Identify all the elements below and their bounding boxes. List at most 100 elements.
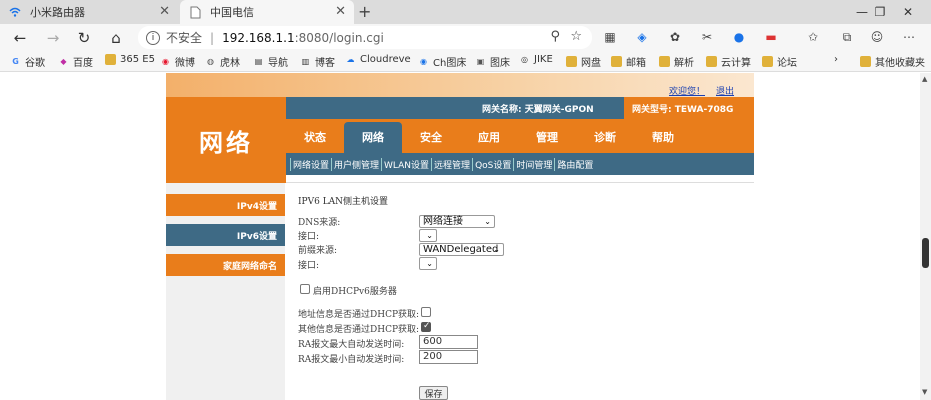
baidu-icon: ◆ (60, 57, 67, 66)
subtab-remote[interactable]: 远程管理 (431, 157, 472, 171)
bolt-extension-icon[interactable]: ● (730, 28, 748, 46)
subtab-qos[interactable]: QoS设置 (472, 157, 513, 171)
forward-icon[interactable]: → (42, 27, 64, 49)
bookmark-item[interactable]: 邮箱 (611, 54, 646, 69)
scrollbar-thumb[interactable] (922, 238, 929, 268)
tab-help[interactable]: 帮助 (634, 129, 692, 145)
chevron-down-icon: ⌄ (426, 259, 433, 268)
bookmark-item[interactable]: 365 E5 (105, 54, 155, 65)
scissors-extension-icon[interactable]: ✂ (698, 28, 716, 46)
bookmark-item[interactable]: ▤ 导航 (253, 54, 288, 69)
menu-dots-icon[interactable]: ⋯ (900, 28, 918, 46)
prefix-source-select[interactable]: WANDelegated ⌄ (419, 243, 504, 256)
collections-icon[interactable]: ⧉ (838, 28, 856, 46)
subtab-time[interactable]: 时间管理 (513, 157, 554, 171)
dns-source-select[interactable]: 网络连接 ⌄ (419, 215, 495, 228)
dns-source-label: DNS来源: (298, 218, 341, 228)
window-close-icon[interactable]: ✕ (885, 0, 931, 24)
bookmark-item[interactable]: 解析 (659, 54, 694, 69)
bookmark-item[interactable]: ▣ 图床 (475, 54, 510, 69)
bookmark-item[interactable]: 论坛 (762, 54, 797, 69)
router-header: 欢迎您！ 退出 网络 网关名称: 天翼网关-GPON 网关型号: TEWA-70… (166, 73, 754, 183)
sub-tabs: 网络设置 用户侧管理 WLAN设置 远程管理 QoS设置 时间管理 路由配置 (286, 153, 754, 175)
bookmark-item[interactable]: ◉ Ch图床 (418, 54, 466, 69)
sidebar-item-ipv4[interactable]: IPv4设置 (166, 194, 285, 216)
section-logo: 网络 (166, 97, 286, 183)
dhcpv6-server-checkbox[interactable] (300, 284, 310, 294)
vertical-scrollbar[interactable]: ▲ ▼ (920, 73, 931, 400)
welcome-link[interactable]: 欢迎您！ (669, 84, 705, 97)
back-icon[interactable]: ← (9, 27, 31, 49)
folder-icon (706, 56, 717, 67)
bookmark-item[interactable]: ☁ Cloudreve (345, 54, 411, 65)
jike-icon: ◎ (521, 55, 528, 64)
folder-icon (762, 56, 773, 67)
red-extension-icon[interactable]: ▬ (762, 28, 780, 46)
new-tab-button[interactable]: + (358, 2, 371, 21)
tab-network[interactable]: 网络 (344, 122, 402, 153)
bookmark-item[interactable]: 云计算 (706, 54, 751, 69)
save-button[interactable]: 保存 (419, 386, 448, 400)
subtab-routing[interactable]: 路由配置 (554, 157, 595, 171)
info-icon[interactable]: i (146, 30, 160, 45)
bookmark-item[interactable]: ◎ JIKE (519, 54, 553, 65)
interface-select[interactable]: ⌄ (419, 229, 437, 242)
tuchuang-icon: ▣ (476, 57, 485, 66)
bookmark-item[interactable]: ◉ 微博 (160, 54, 195, 69)
chevron-right-icon[interactable]: › (834, 54, 838, 65)
bookmark-item[interactable]: 其他收藏夹 (860, 54, 925, 69)
sidebar-item-home-network-name[interactable]: 家庭网络命名 (166, 254, 285, 276)
chtuchuang-icon: ◉ (420, 57, 427, 66)
ra-max-input[interactable]: 600 (419, 335, 478, 349)
subtab-wlan[interactable]: WLAN设置 (381, 157, 431, 171)
tab-xiaomi-router[interactable]: 小米路由器 ✕ (0, 0, 178, 24)
weibo-icon: ◉ (162, 57, 169, 66)
bookmark-item[interactable]: ◍ 虎林 (205, 54, 240, 69)
scroll-up-icon[interactable]: ▲ (922, 75, 927, 83)
zoom-search-icon[interactable]: ⚲ (550, 29, 560, 44)
refresh-icon[interactable]: ↻ (73, 27, 95, 49)
page-icon (188, 5, 202, 19)
addr-dhcp-checkbox[interactable] (421, 307, 431, 317)
chevron-down-icon: ⌄ (484, 217, 491, 226)
bookmark-item[interactable]: ▥ 博客 (300, 54, 335, 69)
openai-extension-icon[interactable]: ✿ (666, 28, 684, 46)
address-bar[interactable]: i 不安全 | 192.168.1.1 :8080/login.cgi ⚲ ☆ (138, 26, 592, 49)
ra-min-label: RA报文最小自动发送时间: (298, 355, 405, 365)
google-icon: G (12, 57, 19, 66)
gateway-model: 网关型号: TEWA-708G (624, 97, 754, 119)
prefix-interface-select[interactable]: ⌄ (419, 257, 437, 270)
ra-min-input[interactable]: 200 (419, 350, 478, 364)
security-status: 不安全 (166, 31, 203, 45)
favorite-star-icon[interactable]: ☆ (570, 29, 582, 44)
sidebar-item-ipv6[interactable]: IPv6设置 (166, 224, 285, 246)
bookmarks-bar: G 谷歌 ◆ 百度 365 E5 ◉ 微博 ◍ 虎林 ▤ 导航 ▥ 博客 ☁ Cloudrev… (0, 50, 931, 72)
scroll-down-icon[interactable]: ▼ (922, 388, 927, 396)
tab-management[interactable]: 管理 (518, 129, 576, 145)
subtab-user-side[interactable]: 用户侧管理 (331, 157, 381, 171)
chevron-down-icon: ⌄ (426, 231, 433, 240)
tab-security[interactable]: 安全 (402, 129, 460, 145)
shield-extension-icon[interactable]: ◈ (633, 28, 651, 46)
logout-link[interactable]: 退出 (716, 84, 734, 97)
tab-title: 小米路由器 (30, 6, 85, 19)
profile-avatar-icon[interactable]: ☺ (868, 28, 886, 46)
folder-icon (659, 56, 670, 67)
tab-title: 中国电信 (210, 6, 254, 19)
other-dhcp-checkbox[interactable] (421, 321, 431, 332)
tab-diagnosis[interactable]: 诊断 (576, 129, 634, 145)
tab-application[interactable]: 应用 (460, 129, 518, 145)
favorites-list-icon[interactable]: ✩ (804, 28, 822, 46)
folder-icon (105, 54, 116, 65)
bookmark-item[interactable]: G 谷歌 (10, 54, 45, 69)
home-icon[interactable]: ⌂ (105, 27, 127, 49)
close-icon[interactable]: ✕ (335, 4, 346, 19)
close-icon[interactable]: ✕ (159, 4, 170, 19)
sidebar: IPv4设置 IPv6设置 家庭网络命名 (166, 183, 285, 400)
bookmark-item[interactable]: ◆ 百度 (58, 54, 93, 69)
tab-status[interactable]: 状态 (286, 129, 344, 145)
subtab-network-settings[interactable]: 网络设置 (290, 157, 331, 171)
tab-china-telecom[interactable]: 中国电信 ✕ (180, 0, 354, 24)
extension-icon[interactable]: ▦ (601, 28, 619, 46)
bookmark-item[interactable]: 网盘 (566, 54, 601, 69)
